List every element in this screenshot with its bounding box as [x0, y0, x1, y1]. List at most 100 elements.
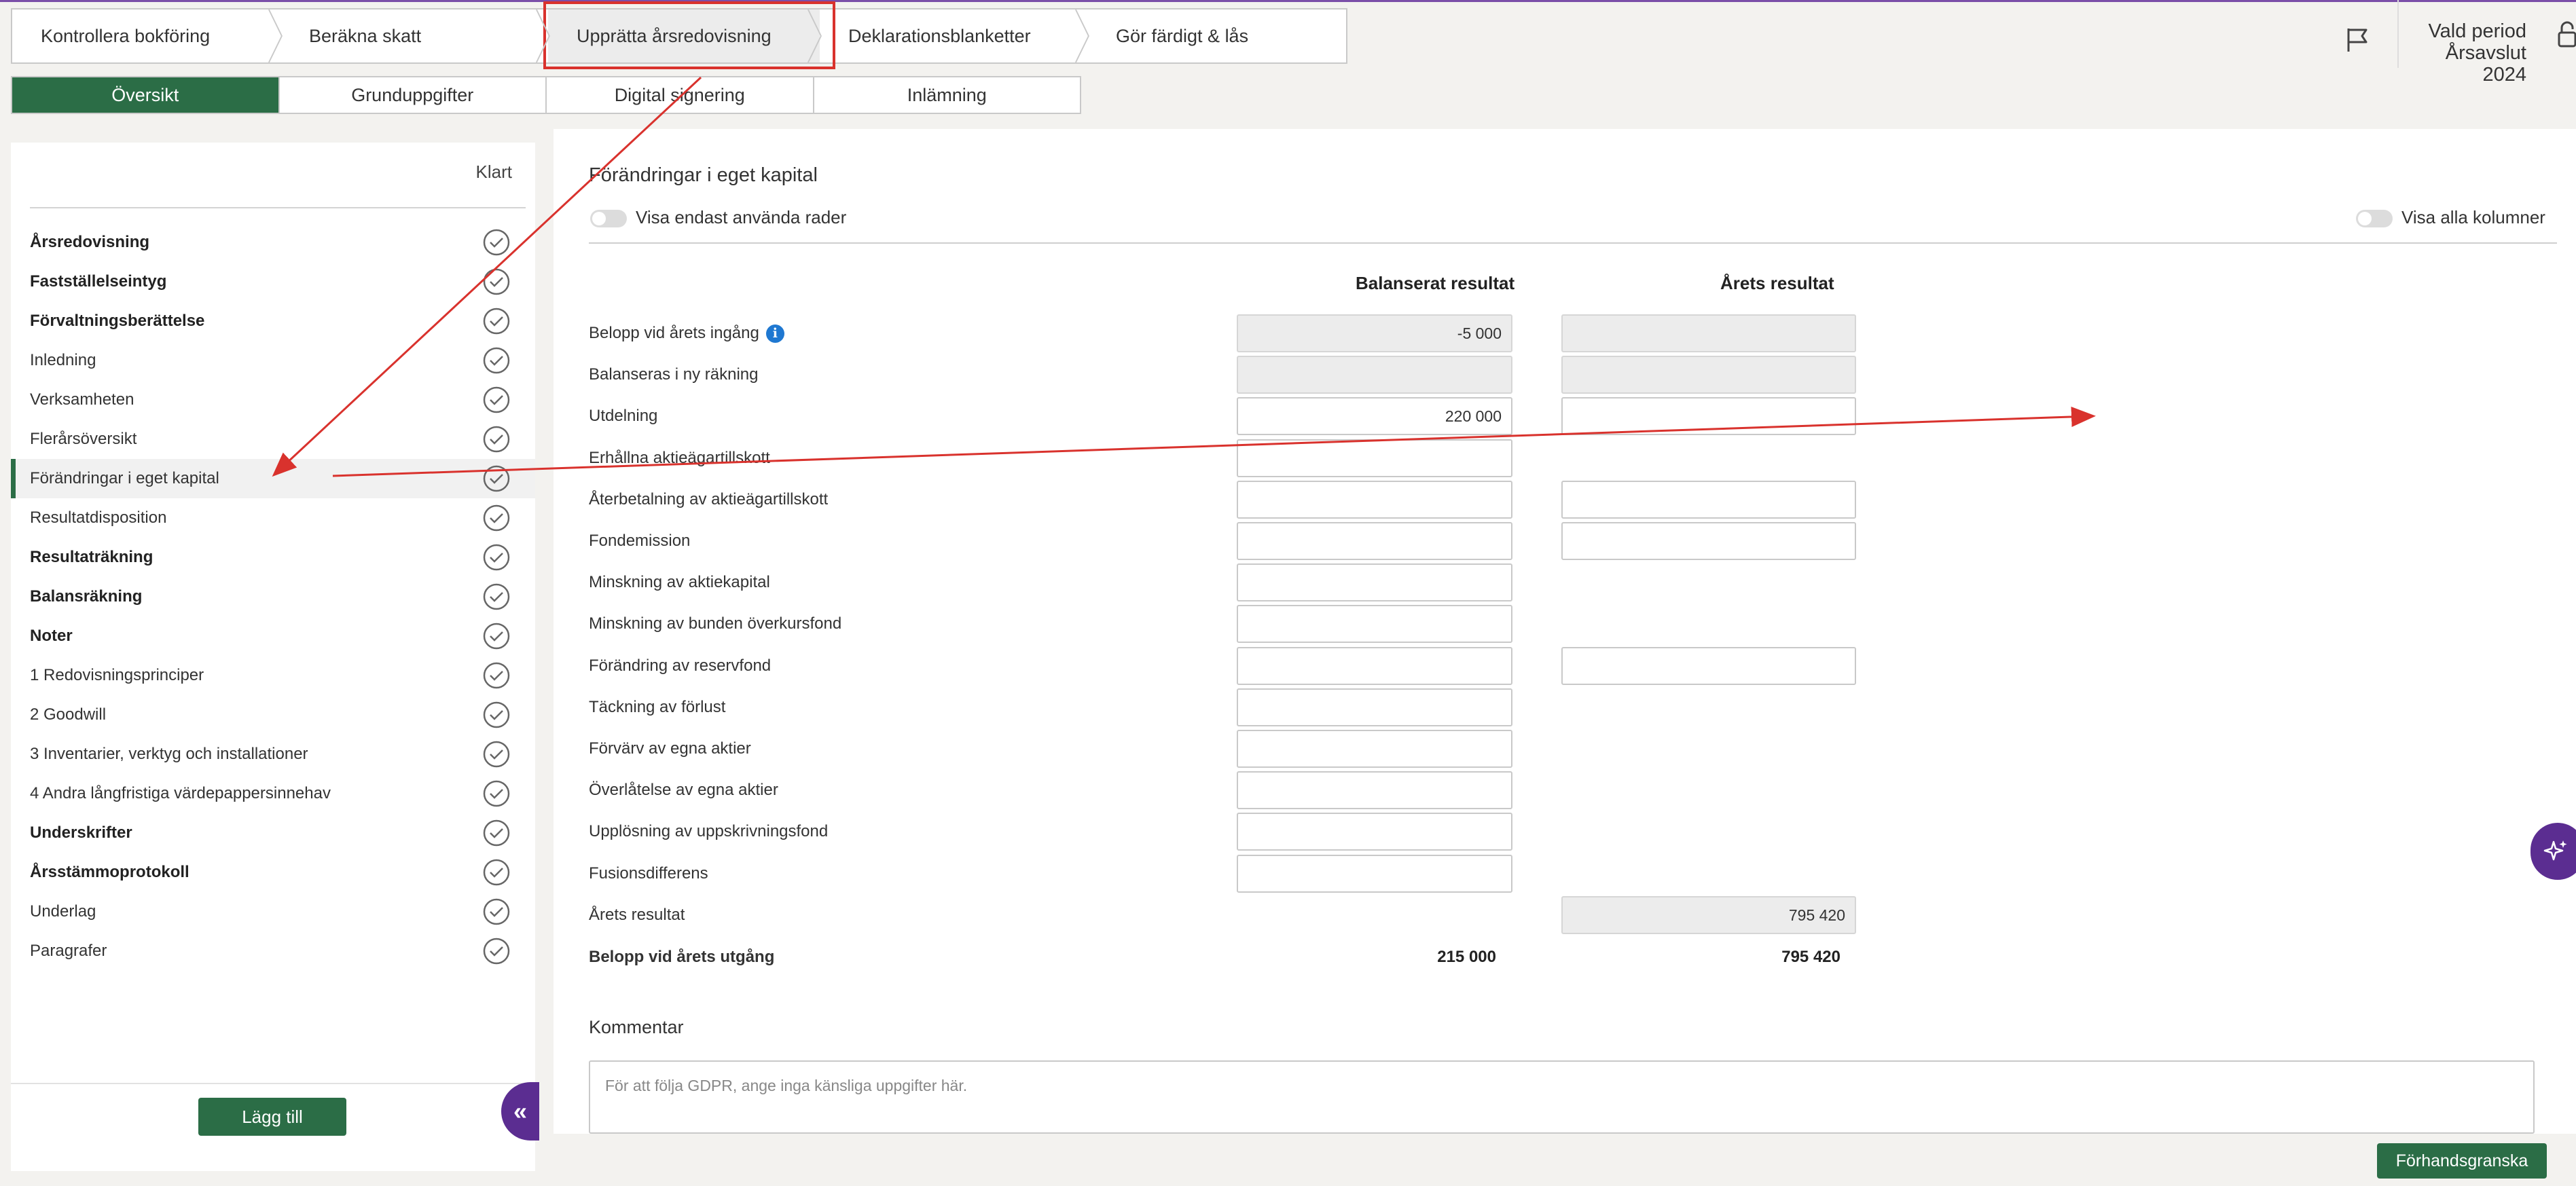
- row-label-text: Minskning av aktiekapital: [589, 573, 770, 592]
- step-kontrollera-bokforing[interactable]: Kontrollera bokföring: [12, 10, 283, 62]
- balanserat-resultat-input[interactable]: [1237, 522, 1512, 560]
- sidebar-item[interactable]: Flerårsöversikt: [11, 420, 535, 459]
- check-circle-icon[interactable]: [482, 582, 511, 611]
- check-circle-icon[interactable]: [482, 425, 511, 453]
- check-circle-icon[interactable]: [482, 504, 511, 532]
- check-circle-icon[interactable]: [482, 858, 511, 887]
- sidebar-item[interactable]: Verksamheten: [11, 380, 535, 420]
- balanserat-resultat-input[interactable]: [1237, 605, 1512, 644]
- check-circle-icon[interactable]: [482, 622, 511, 650]
- check-circle-icon[interactable]: [482, 661, 511, 690]
- check-circle-icon[interactable]: [482, 307, 511, 335]
- sidebar-item[interactable]: Underskrifter: [11, 813, 535, 853]
- step-deklarationsblanketter[interactable]: Deklarationsblanketter: [820, 10, 1089, 62]
- sidebar-item-label: Resultaträkning: [30, 548, 153, 566]
- sidebar-item-label: Paragrafer: [30, 942, 107, 960]
- period-value: Årsavslut 2024: [2445, 42, 2526, 86]
- period-selector[interactable]: Vald period Årsavslut 2024: [2397, 0, 2526, 86]
- balanserat-resultat-input[interactable]: [1237, 563, 1512, 602]
- tab-inlamning[interactable]: Inlämning: [814, 77, 1081, 113]
- check-circle-icon[interactable]: [482, 228, 511, 257]
- row-label-text: Belopp vid årets ingång: [589, 324, 759, 342]
- balanserat-resultat-input[interactable]: [1237, 646, 1512, 685]
- arets-resultat-input[interactable]: [1561, 480, 1856, 519]
- sidebar-item[interactable]: Årsredovisning: [11, 223, 535, 262]
- sidebar-item[interactable]: Inledning: [11, 341, 535, 380]
- sidebar-item[interactable]: Underlag: [11, 892, 535, 931]
- step-separator-icon: [806, 10, 822, 62]
- total-label: Belopp vid årets utgång: [589, 948, 775, 966]
- balanserat-resultat-input[interactable]: [1237, 439, 1512, 477]
- sidebar-item[interactable]: Resultatdisposition: [11, 498, 535, 538]
- arets-resultat-input: [1561, 314, 1856, 352]
- step-label: Deklarationsblanketter: [848, 25, 1031, 46]
- sidebar-item-label: 1 Redovisningsprinciper: [30, 666, 204, 684]
- balanserat-resultat-input[interactable]: [1237, 480, 1512, 519]
- row-label: Erhållna aktieägartillskott: [589, 449, 770, 468]
- sidebar-item[interactable]: Årsstämmoprotokoll: [11, 853, 535, 892]
- row-label-text: Balanseras i ny räkning: [589, 365, 759, 384]
- balanserat-resultat-input[interactable]: [1237, 730, 1512, 768]
- check-circle-icon[interactable]: [482, 346, 511, 375]
- row-label-text: Utdelning: [589, 407, 658, 426]
- toggle-used-rows[interactable]: [590, 210, 627, 227]
- comment-title: Kommentar: [589, 1017, 684, 1037]
- sidebar-item-label: Årsstämmoprotokoll: [30, 863, 189, 881]
- sidebar-item[interactable]: 2 Goodwill: [11, 695, 535, 735]
- preview-button[interactable]: Förhandsgranska: [2377, 1143, 2547, 1179]
- row-label: Förändring av reservfond: [589, 656, 771, 675]
- check-circle-icon[interactable]: [482, 464, 511, 493]
- step-berakna-skatt[interactable]: Beräkna skatt: [280, 10, 550, 62]
- balanserat-resultat-input[interactable]: [1237, 854, 1512, 893]
- arets-resultat-input[interactable]: [1561, 646, 1856, 685]
- comment-input[interactable]: För att följa GDPR, ange inga känsliga u…: [589, 1060, 2535, 1134]
- check-circle-icon[interactable]: [482, 267, 511, 296]
- header-divider: [589, 242, 2557, 244]
- tab-grunduppgifter[interactable]: Grunduppgifter: [280, 77, 547, 113]
- balanserat-resultat-input[interactable]: [1237, 771, 1512, 810]
- check-circle-icon[interactable]: [482, 819, 511, 847]
- sidebar-item[interactable]: Förändringar i eget kapital: [11, 459, 535, 498]
- row-label-text: Återbetalning av aktieägartillskott: [589, 489, 829, 508]
- check-circle-icon[interactable]: [482, 386, 511, 414]
- sidebar-item[interactable]: Balansräkning: [11, 577, 535, 616]
- check-circle-icon[interactable]: [482, 701, 511, 729]
- tab-digital-signering[interactable]: Digital signering: [547, 77, 814, 113]
- flag-icon[interactable]: [2343, 26, 2370, 53]
- column-header-balanserat-resultat: Balanserat resultat: [1356, 273, 1515, 293]
- tab-oversikt[interactable]: Översikt: [12, 77, 280, 113]
- check-circle-icon[interactable]: [482, 937, 511, 965]
- sidebar-item[interactable]: Förvaltningsberättelse: [11, 301, 535, 341]
- check-circle-icon[interactable]: [482, 740, 511, 768]
- balanserat-resultat-input[interactable]: 220 000: [1237, 397, 1512, 436]
- row-label: Minskning av bunden överkursfond: [589, 614, 841, 633]
- check-circle-icon[interactable]: [482, 779, 511, 808]
- sparkle-icon: [2543, 840, 2567, 861]
- sidebar-item[interactable]: Resultaträkning: [11, 538, 535, 577]
- sidebar-item[interactable]: 1 Redovisningsprinciper: [11, 656, 535, 695]
- sidebar-item-label: Underlag: [30, 902, 96, 921]
- toggle-all-columns[interactable]: [2356, 210, 2393, 227]
- sidebar-item[interactable]: Noter: [11, 616, 535, 656]
- row-label: Minskning av aktiekapital: [589, 573, 770, 592]
- arets-resultat-input[interactable]: [1561, 397, 1856, 436]
- check-circle-icon[interactable]: [482, 897, 511, 926]
- sidebar-item[interactable]: Paragrafer: [11, 931, 535, 971]
- balanserat-resultat-input[interactable]: [1237, 813, 1512, 851]
- add-button[interactable]: Lägg till: [198, 1098, 346, 1136]
- arets-resultat-input[interactable]: [1561, 522, 1856, 560]
- toggle-used-rows-label: Visa endast använda rader: [636, 207, 847, 227]
- lock-icon[interactable]: [2557, 20, 2576, 48]
- annotation-highlight-box: [543, 1, 835, 69]
- balanserat-resultat-input[interactable]: [1237, 688, 1512, 726]
- sidebar-item[interactable]: 3 Inventarier, verktyg och installatione…: [11, 735, 535, 774]
- row-label: Täckning av förlust: [589, 698, 725, 717]
- step-gor-fardigt-las[interactable]: Gör färdigt & lås: [1087, 10, 1346, 62]
- info-icon[interactable]: i: [765, 325, 784, 344]
- sidebar-item[interactable]: Fastställelseintyg: [11, 262, 535, 301]
- sidebar-item[interactable]: 4 Andra långfristiga värdepappersinnehav: [11, 774, 535, 813]
- check-circle-icon[interactable]: [482, 543, 511, 572]
- ai-assistant-button[interactable]: [2530, 823, 2576, 880]
- row-label-text: Minskning av bunden överkursfond: [589, 614, 842, 633]
- row-label-text: Överlåtelse av egna aktier: [589, 781, 778, 800]
